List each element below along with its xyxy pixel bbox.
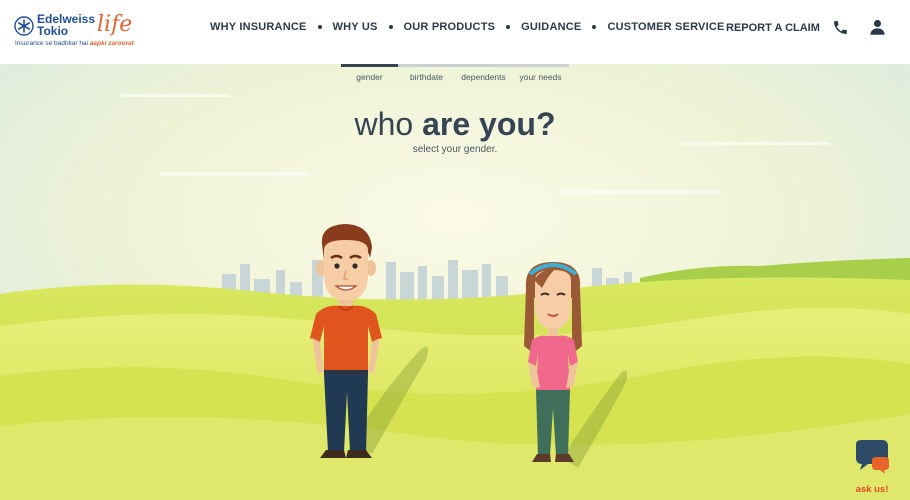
step-label: dependents xyxy=(461,72,506,82)
site-header: Edelweiss Tokio life Insurance se badhka… xyxy=(0,0,910,64)
step-label: your needs xyxy=(519,72,562,82)
step-bar xyxy=(341,64,398,67)
nav-guidance[interactable]: GUIDANCE xyxy=(521,21,581,33)
gender-selection-scene: gender birthdate dependents your needs w… xyxy=(0,64,910,500)
step-dependents[interactable]: dependents xyxy=(455,64,512,82)
step-bar xyxy=(455,64,512,67)
brand-logo[interactable]: Edelweiss Tokio life Insurance se badhka… xyxy=(14,12,134,52)
nav-why-us[interactable]: WHY US xyxy=(333,21,378,33)
page-title: who are you? xyxy=(354,106,556,142)
phone-icon[interactable] xyxy=(832,19,849,36)
step-bar xyxy=(512,64,569,67)
female-character[interactable] xyxy=(518,258,588,468)
snowflake-logo-icon xyxy=(14,16,34,36)
page-subtitle: select your gender. xyxy=(412,144,498,155)
progress-steps: gender birthdate dependents your needs xyxy=(341,64,569,82)
report-claim-link[interactable]: REPORT A CLAIM xyxy=(726,22,820,34)
ask-us-label: ask us! xyxy=(855,484,889,495)
nav-customer-service[interactable]: CUSTOMER SERVICE xyxy=(607,21,724,33)
nav-why-insurance[interactable]: WHY INSURANCE xyxy=(210,21,307,33)
step-bar xyxy=(398,64,455,67)
user-icon[interactable] xyxy=(869,18,886,36)
nav-our-products[interactable]: OUR PRODUCTS xyxy=(404,21,496,33)
step-label: gender xyxy=(356,72,383,82)
nav-separator xyxy=(506,25,511,29)
step-your-needs[interactable]: your needs xyxy=(512,64,569,82)
nav-separator xyxy=(388,25,393,29)
step-birthdate[interactable]: birthdate xyxy=(398,64,455,82)
logo-name: Edelweiss Tokio xyxy=(37,12,96,38)
main-nav: WHY INSURANCE WHY US OUR PRODUCTS GUIDAN… xyxy=(210,21,725,33)
male-character[interactable] xyxy=(306,222,386,462)
chat-bubbles-icon xyxy=(856,440,889,474)
step-label: birthdate xyxy=(409,72,444,82)
ask-us-chat-button[interactable]: ask us! xyxy=(852,438,892,495)
step-gender[interactable]: gender xyxy=(341,64,398,82)
logo-tagline: Insurance se badhkar hai aapki zaroorat xyxy=(15,40,134,47)
nav-separator xyxy=(592,25,597,29)
logo-script: life xyxy=(97,12,133,37)
nav-separator xyxy=(317,25,322,29)
